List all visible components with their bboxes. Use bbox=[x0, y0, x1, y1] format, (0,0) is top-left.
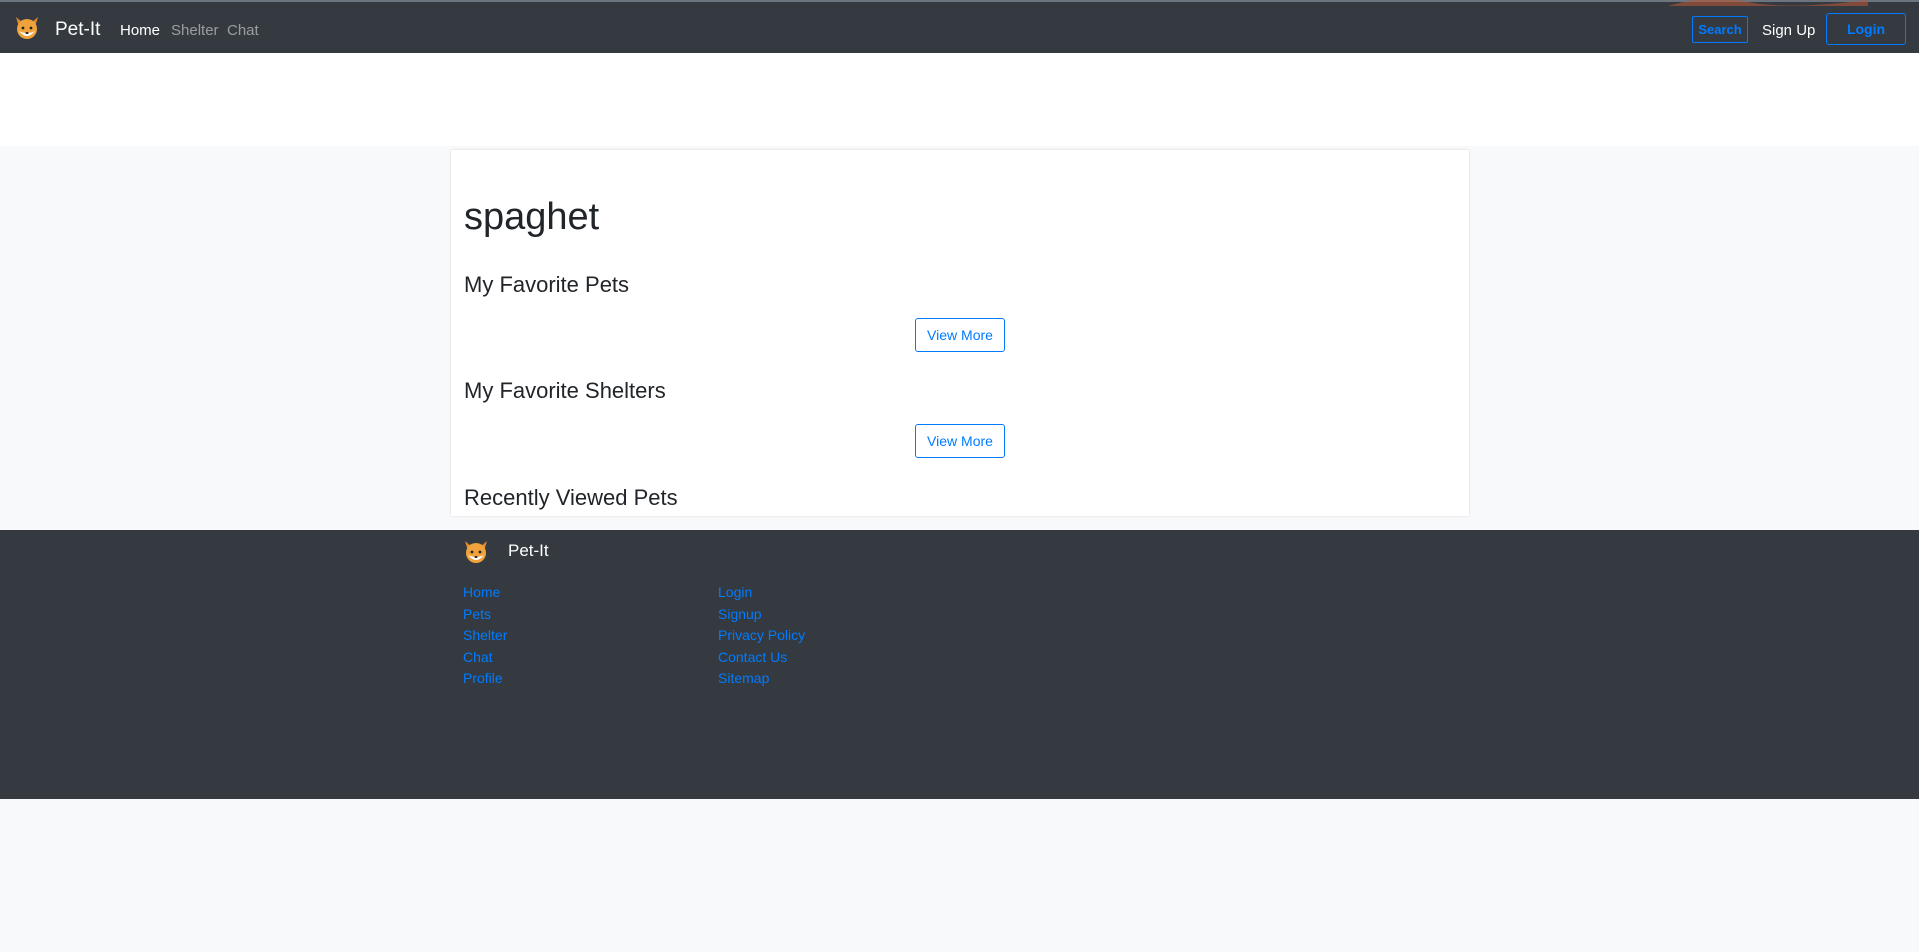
footer-info-column: Login Signup Privacy Policy Contact Us S… bbox=[718, 582, 805, 690]
view-more-shelters-button[interactable]: View More bbox=[915, 424, 1005, 458]
footer-link-chat[interactable]: Chat bbox=[463, 647, 507, 669]
footer-nav-column: Home Pets Shelter Chat Profile bbox=[463, 582, 507, 690]
profile-name: spaghet bbox=[464, 196, 600, 238]
nav-shelter[interactable]: Shelter bbox=[171, 22, 219, 39]
footer-brand: Pet-It bbox=[508, 541, 549, 560]
fox-face-icon bbox=[465, 541, 487, 563]
header-spacer bbox=[0, 53, 1919, 146]
footer-link-profile[interactable]: Profile bbox=[463, 668, 507, 690]
brand-name[interactable]: Pet-It bbox=[55, 19, 100, 41]
footer-link-contact[interactable]: Contact Us bbox=[718, 647, 805, 669]
profile-card: spaghet My Favorite Pets View More My Fa… bbox=[451, 150, 1469, 516]
signup-link[interactable]: Sign Up bbox=[1762, 22, 1815, 39]
navbar: Pet-It Home Shelter Chat Search Sign Up … bbox=[0, 0, 1919, 53]
footer: Pet-It Home Pets Shelter Chat Profile Lo… bbox=[0, 530, 1919, 799]
favorite-shelters-title: My Favorite Shelters bbox=[464, 378, 666, 403]
footer-link-pets[interactable]: Pets bbox=[463, 604, 507, 626]
decorative-image bbox=[1668, 0, 1868, 6]
footer-link-home[interactable]: Home bbox=[463, 582, 507, 604]
login-button[interactable]: Login bbox=[1826, 13, 1906, 45]
recently-viewed-title: Recently Viewed Pets bbox=[464, 485, 678, 510]
footer-link-sitemap[interactable]: Sitemap bbox=[718, 668, 805, 690]
footer-link-login[interactable]: Login bbox=[718, 582, 805, 604]
footer-link-shelter[interactable]: Shelter bbox=[463, 625, 507, 647]
nav-chat[interactable]: Chat bbox=[227, 22, 259, 39]
favorite-pets-title: My Favorite Pets bbox=[464, 272, 630, 297]
search-button[interactable]: Search bbox=[1692, 16, 1748, 43]
footer-link-privacy[interactable]: Privacy Policy bbox=[718, 625, 805, 647]
nav-home[interactable]: Home bbox=[120, 22, 160, 39]
fox-face-icon[interactable] bbox=[14, 15, 40, 41]
footer-link-signup[interactable]: Signup bbox=[718, 604, 805, 626]
view-more-pets-button[interactable]: View More bbox=[915, 318, 1005, 352]
